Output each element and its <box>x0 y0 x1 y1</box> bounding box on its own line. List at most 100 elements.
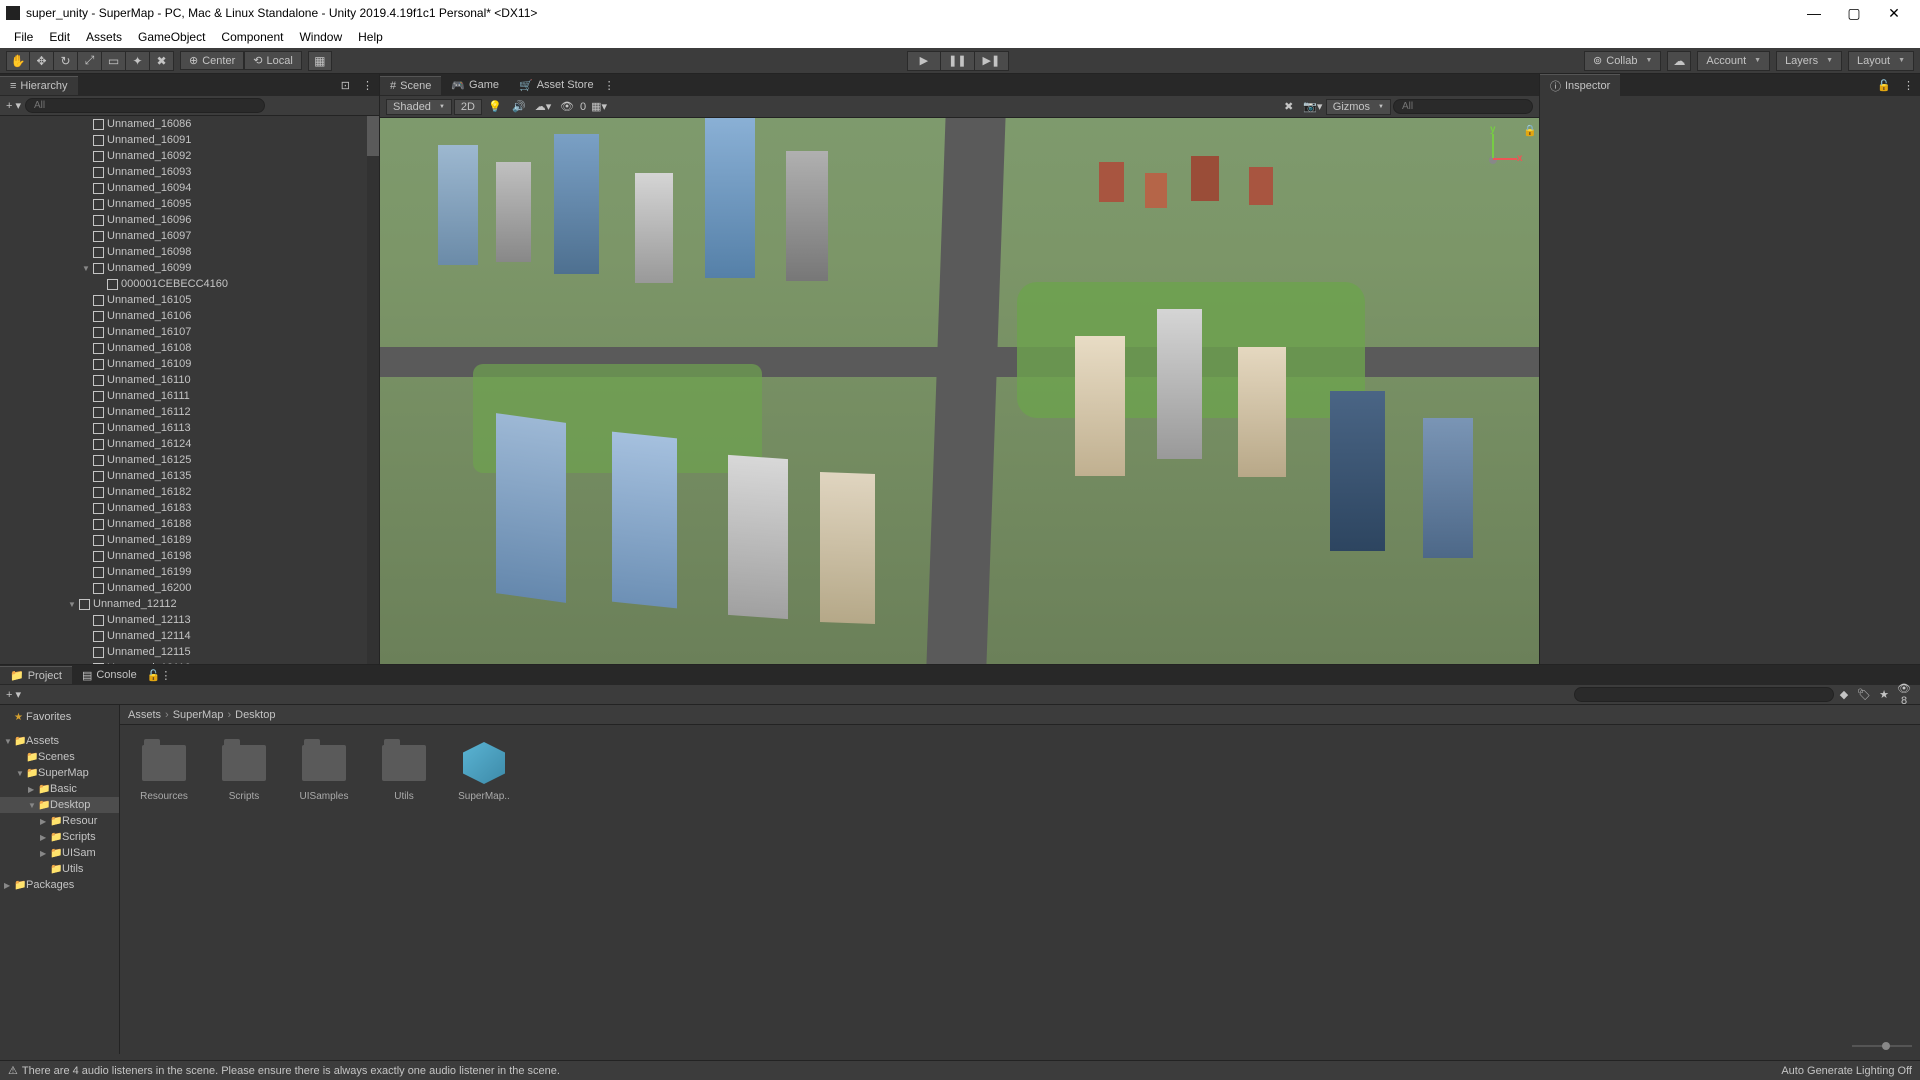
project-search-input[interactable] <box>1574 687 1834 702</box>
mode-2d-toggle[interactable]: 2D <box>454 99 482 115</box>
inspector-tab[interactable]: ⓘInspector <box>1540 74 1620 97</box>
grid-toggle-icon[interactable]: ▦▾ <box>588 98 610 116</box>
hierarchy-item[interactable]: ▶Unnamed_16199 <box>0 564 379 580</box>
menu-assets[interactable]: Assets <box>78 28 130 46</box>
hierarchy-item[interactable]: ▶Unnamed_16124 <box>0 436 379 452</box>
hierarchy-item[interactable]: ▶Unnamed_16106 <box>0 308 379 324</box>
fx-toggle-icon[interactable]: ☁▾ <box>532 98 554 116</box>
hierarchy-item[interactable]: ▶Unnamed_16135 <box>0 468 379 484</box>
hierarchy-item[interactable]: ▶Unnamed_12113 <box>0 612 379 628</box>
hierarchy-item[interactable]: ▶Unnamed_16094 <box>0 180 379 196</box>
hierarchy-item[interactable]: ▶Unnamed_16113 <box>0 420 379 436</box>
project-tree-item[interactable]: 📁Utils <box>0 861 119 877</box>
hierarchy-item[interactable]: ▶Unnamed_16182 <box>0 484 379 500</box>
orientation-gizmo[interactable]: y x 🔒 <box>1463 130 1523 190</box>
lighting-toggle-icon[interactable]: 💡 <box>484 98 506 116</box>
snap-toggle-button[interactable]: ▦ <box>308 51 332 71</box>
project-tree-item[interactable]: ▶📁UISam <box>0 845 119 861</box>
inspector-options-icon[interactable]: ⋮ <box>1897 79 1920 92</box>
crumb-supermap[interactable]: SuperMap <box>173 709 224 721</box>
collab-dropdown[interactable]: ⊚Collab <box>1584 51 1661 71</box>
menu-gameobject[interactable]: GameObject <box>130 28 213 46</box>
asset-item[interactable]: Resources <box>134 739 194 802</box>
step-button[interactable]: ▶❚ <box>975 51 1009 71</box>
rotate-tool-button[interactable]: ↻ <box>54 51 78 71</box>
pivot-local-toggle[interactable]: ⟲Local <box>244 51 302 70</box>
scene-options-icon[interactable]: ⋮ <box>604 79 615 92</box>
transform-tool-button[interactable]: ✦ <box>126 51 150 71</box>
scale-tool-button[interactable]: ⤢ <box>78 51 102 71</box>
play-button[interactable]: ▶ <box>907 51 941 71</box>
hidden-toggle-icon[interactable]: 👁 <box>556 98 578 116</box>
pause-button[interactable]: ❚❚ <box>941 51 975 71</box>
save-search-icon[interactable]: ★ <box>1874 688 1894 701</box>
hierarchy-item[interactable]: ▼Unnamed_16099 <box>0 260 379 276</box>
hierarchy-list[interactable]: ▶Unnamed_16086▶Unnamed_16091▶Unnamed_160… <box>0 116 379 664</box>
account-dropdown[interactable]: Account <box>1697 51 1770 71</box>
hierarchy-item[interactable]: ▶Unnamed_16095 <box>0 196 379 212</box>
hierarchy-item[interactable]: ▶Unnamed_16092 <box>0 148 379 164</box>
menu-edit[interactable]: Edit <box>41 28 78 46</box>
tab-asset-store[interactable]: 🛒Asset Store <box>509 76 604 95</box>
project-tree-item[interactable]: ▶📁Basic <box>0 781 119 797</box>
layers-dropdown[interactable]: Layers <box>1776 51 1842 71</box>
hierarchy-item[interactable]: ▶Unnamed_16110 <box>0 372 379 388</box>
hierarchy-item[interactable]: ▶Unnamed_16189 <box>0 532 379 548</box>
asset-item[interactable]: Scripts <box>214 739 274 802</box>
hierarchy-item[interactable]: ▼Unnamed_12116 <box>0 660 379 664</box>
project-lock-icon[interactable]: 🔓 <box>147 669 161 682</box>
custom-tool-button[interactable]: ✖ <box>150 51 174 71</box>
scene-search-input[interactable] <box>1393 99 1533 114</box>
hierarchy-item[interactable]: ▶Unnamed_16200 <box>0 580 379 596</box>
project-create-dropdown[interactable]: + ▾ <box>6 688 21 701</box>
hierarchy-search-input[interactable] <box>25 98 265 113</box>
cloud-button[interactable]: ☁ <box>1667 51 1691 71</box>
scene-viewport[interactable]: y x 🔒 <box>380 118 1539 664</box>
hierarchy-item[interactable]: ▼Unnamed_12112 <box>0 596 379 612</box>
project-tree-item[interactable]: ▶📁Resour <box>0 813 119 829</box>
shading-mode-dropdown[interactable]: Shaded <box>386 99 452 115</box>
asset-item[interactable]: Utils <box>374 739 434 802</box>
hierarchy-scrollbar[interactable] <box>367 116 379 664</box>
hierarchy-item[interactable]: ▶Unnamed_16107 <box>0 324 379 340</box>
hierarchy-item[interactable]: ▶Unnamed_12115 <box>0 644 379 660</box>
hierarchy-options-icon[interactable]: ⋮ <box>356 79 379 92</box>
project-tree-item[interactable]: ▼📁SuperMap <box>0 765 119 781</box>
tab-scene[interactable]: #Scene <box>380 76 441 95</box>
asset-grid[interactable]: Resources Scripts UISamples Utils SuperMap.. <box>120 725 1920 1038</box>
asset-item[interactable]: SuperMap.. <box>454 739 514 802</box>
tab-console[interactable]: ▤Console <box>72 667 147 684</box>
hierarchy-item[interactable]: ▶Unnamed_16098 <box>0 244 379 260</box>
hierarchy-item[interactable]: ▶Unnamed_16108 <box>0 340 379 356</box>
hierarchy-tab[interactable]: ≡Hierarchy <box>0 76 78 95</box>
project-options-icon[interactable]: ⋮ <box>160 669 171 682</box>
hierarchy-maximize-icon[interactable]: ⊡ <box>335 79 356 92</box>
hierarchy-item[interactable]: ▶Unnamed_16097 <box>0 228 379 244</box>
tab-project[interactable]: 📁Project <box>0 666 72 684</box>
asset-item[interactable]: UISamples <box>294 739 354 802</box>
menu-help[interactable]: Help <box>350 28 391 46</box>
project-tree-item[interactable]: ▶📁Packages <box>0 877 119 893</box>
project-tree-item[interactable]: 📁Scenes <box>0 749 119 765</box>
lighting-status[interactable]: Auto Generate Lighting Off <box>1781 1065 1912 1077</box>
hierarchy-item[interactable]: ▶Unnamed_16183 <box>0 500 379 516</box>
hierarchy-item[interactable]: ▶Unnamed_16086 <box>0 116 379 132</box>
menu-file[interactable]: File <box>6 28 41 46</box>
close-button[interactable]: ✕ <box>1874 5 1914 22</box>
hierarchy-item[interactable]: ▶000001CEBECC4160 <box>0 276 379 292</box>
project-tree[interactable]: ★Favorites ▼📁Assets📁Scenes▼📁SuperMap▶📁Ba… <box>0 705 120 1054</box>
camera-icon[interactable]: 📷▾ <box>1302 98 1324 116</box>
crumb-desktop[interactable]: Desktop <box>235 709 275 721</box>
search-by-type-icon[interactable]: ◆ <box>1834 688 1854 701</box>
create-dropdown[interactable]: + ▾ <box>6 99 21 112</box>
hierarchy-item[interactable]: ▶Unnamed_16188 <box>0 516 379 532</box>
inspector-lock-icon[interactable]: 🔓 <box>1871 79 1897 92</box>
hierarchy-item[interactable]: ▶Unnamed_16093 <box>0 164 379 180</box>
audio-toggle-icon[interactable]: 🔊 <box>508 98 530 116</box>
hierarchy-item[interactable]: ▶Unnamed_16091 <box>0 132 379 148</box>
thumbnail-size-slider[interactable] <box>1852 1045 1912 1047</box>
hidden-packages-icon[interactable]: 👁8 <box>1894 682 1914 707</box>
hand-tool-button[interactable]: ✋ <box>6 51 30 71</box>
menu-component[interactable]: Component <box>213 28 291 46</box>
pivot-center-toggle[interactable]: ⊕Center <box>180 51 244 70</box>
